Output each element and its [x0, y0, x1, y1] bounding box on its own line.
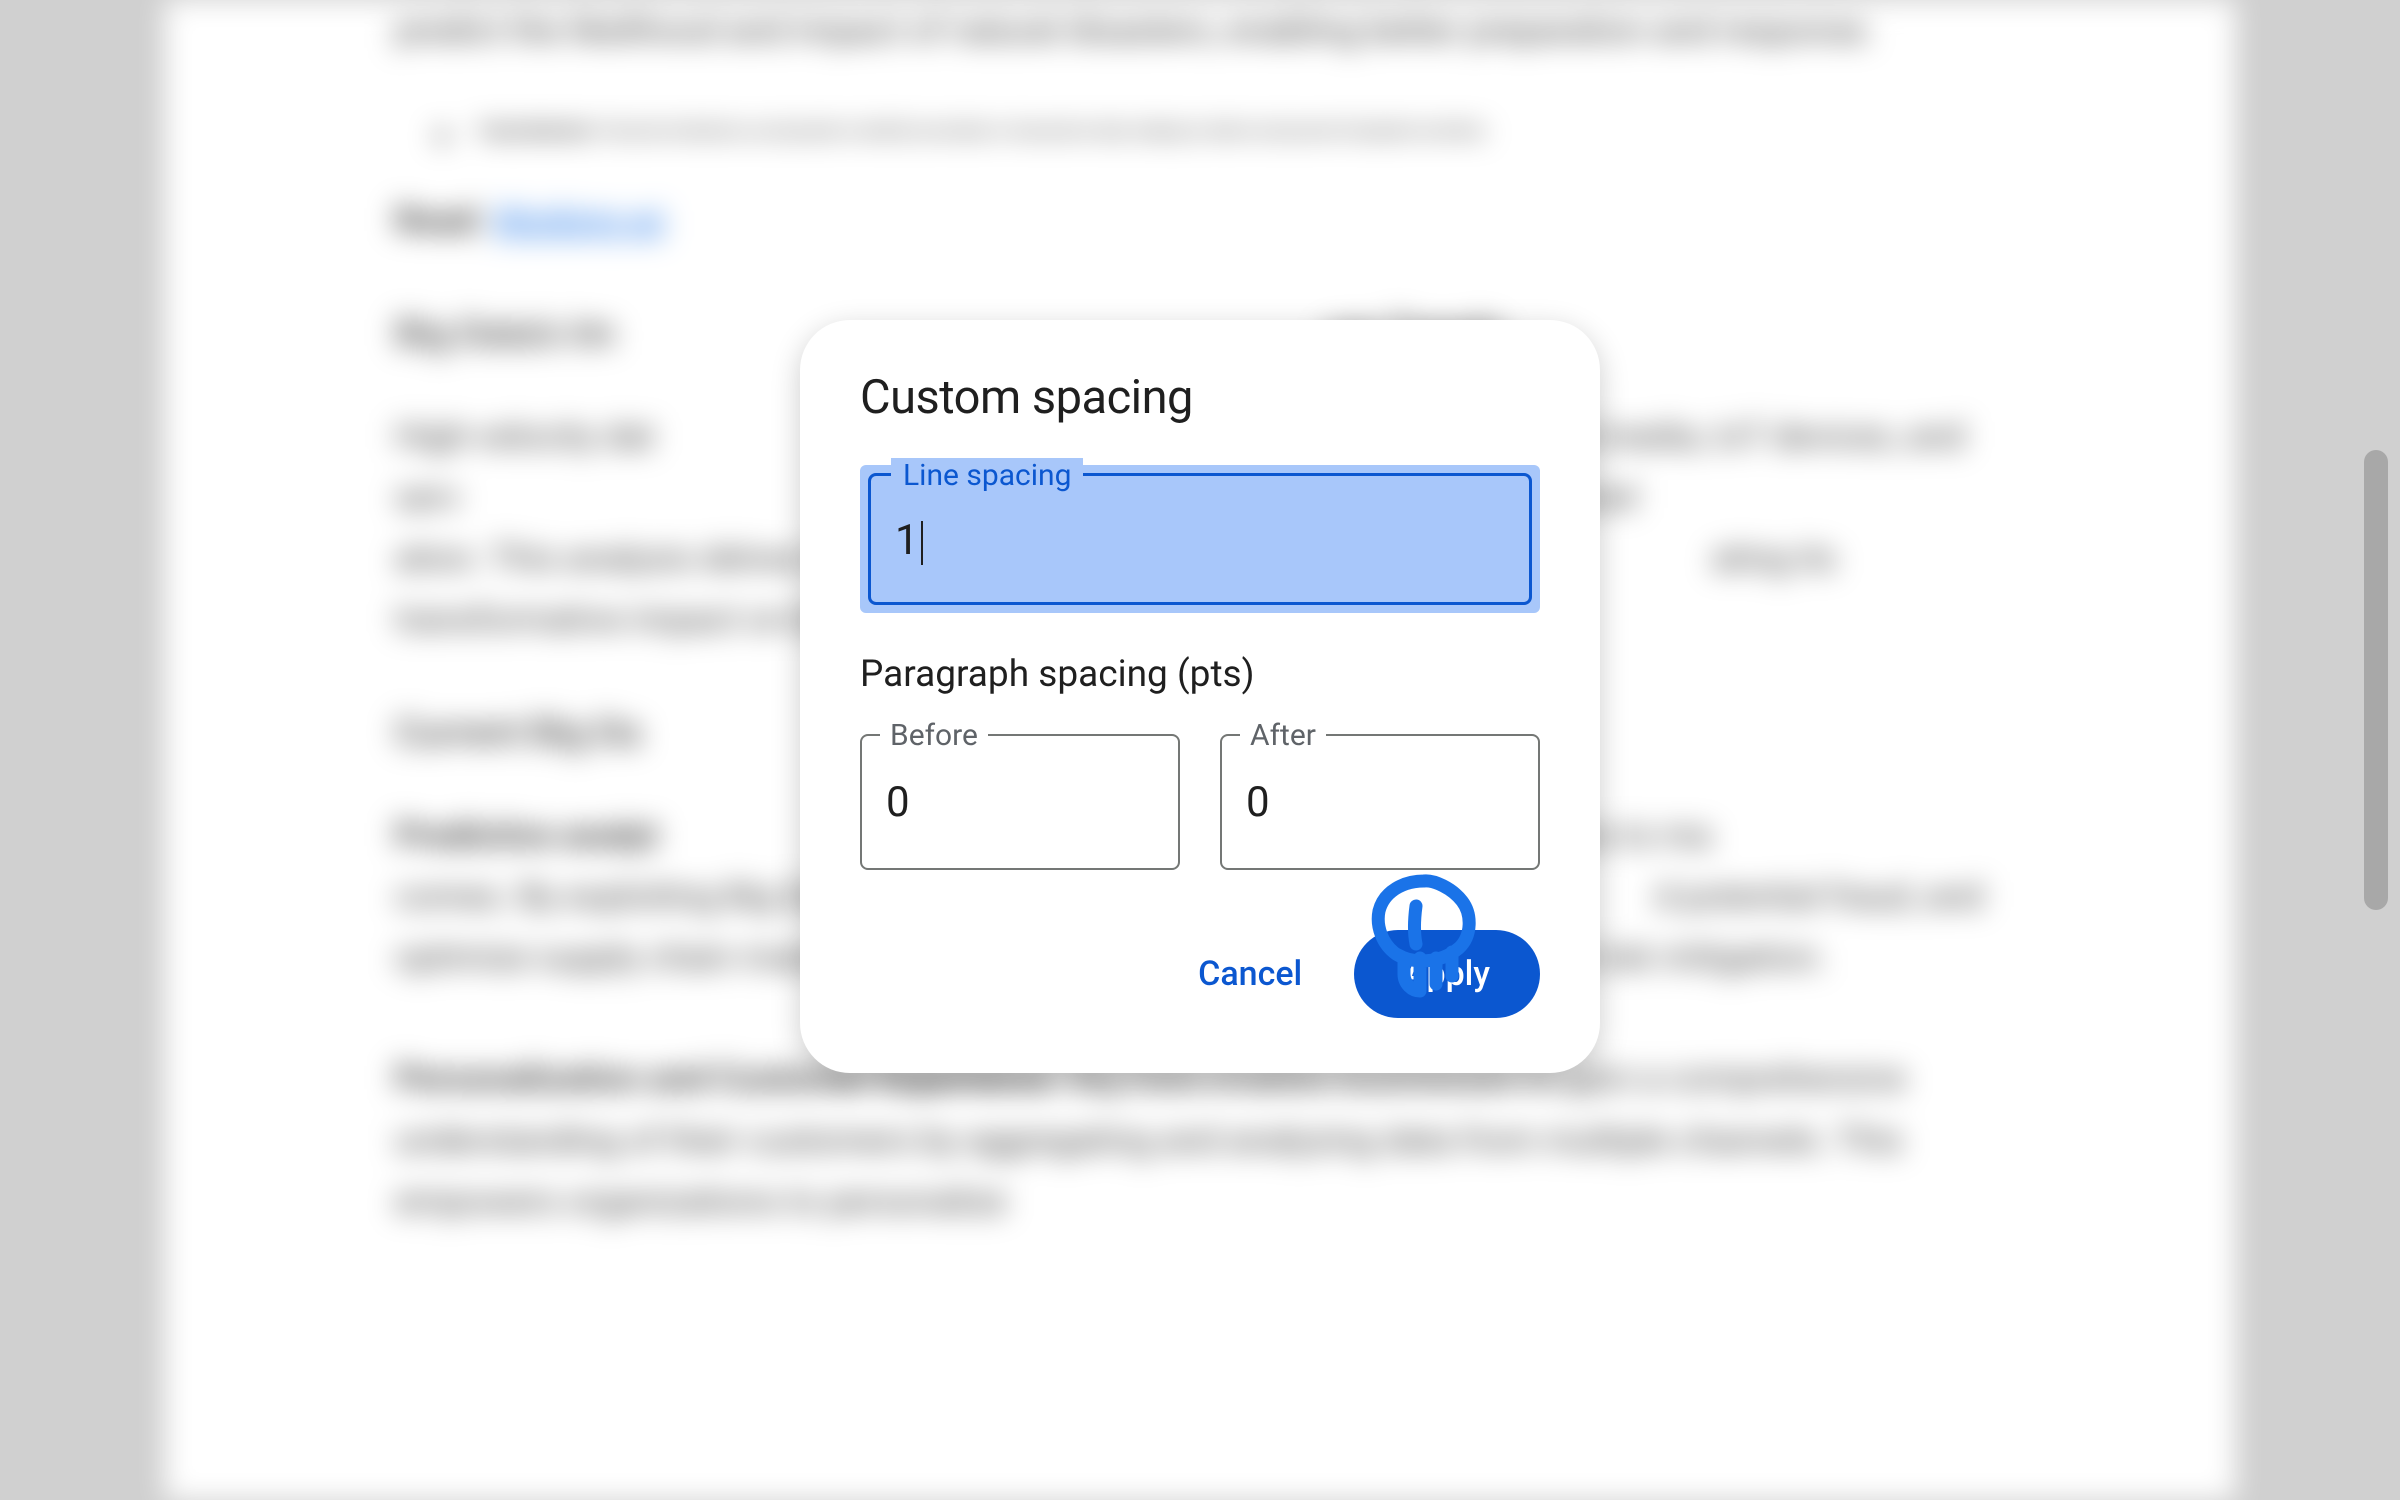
dialog-title: Custom spacing — [860, 370, 1540, 425]
paragraph-spacing-label: Paragraph spacing (pts) — [860, 653, 1540, 696]
pointer-hand-icon — [1364, 866, 1484, 1006]
doc-link: Working wi — [493, 200, 664, 241]
line-spacing-label: Line spacing — [891, 458, 1083, 493]
doc-para: Personalization and Customer Experience.… — [395, 1048, 2005, 1232]
doc-bullet-item: Fraud detection: Financial institutions … — [435, 121, 2005, 150]
text-cursor — [921, 521, 923, 565]
doc-bold: Fraud detection — [480, 121, 592, 140]
doc-para: predict the likelihood and impact of nat… — [395, 0, 2005, 61]
cancel-button[interactable]: Cancel — [1166, 934, 1334, 1014]
line-spacing-input[interactable]: Line spacing 1 — [868, 473, 1532, 605]
scrollbar-track[interactable] — [2364, 0, 2388, 1500]
doc-bullet-text: : Financial institutions use big data to… — [592, 121, 1489, 140]
before-label: Before — [880, 718, 988, 753]
before-input[interactable]: Before 0 — [860, 734, 1180, 870]
line-spacing-highlight: Line spacing 1 — [860, 465, 1540, 613]
paragraph-inputs-row: Before 0 After 0 — [860, 734, 1540, 870]
after-label: After — [1240, 718, 1326, 753]
scrollbar-thumb[interactable] — [2364, 450, 2388, 910]
doc-read-line: Read: Working wi — [395, 190, 2005, 251]
doc-read-label: Read: — [395, 200, 485, 241]
after-input[interactable]: After 0 — [1220, 734, 1540, 870]
